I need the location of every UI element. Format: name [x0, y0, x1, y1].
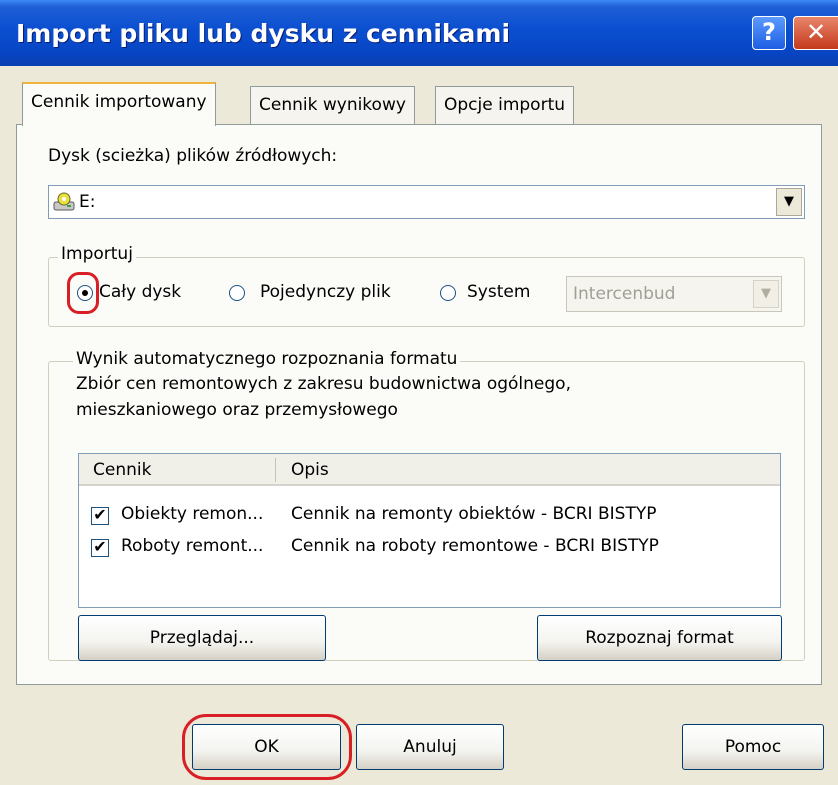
column-header-cennik[interactable]: Cennik — [93, 460, 151, 480]
list-header: Cennik Opis — [79, 454, 780, 486]
radio-system-label[interactable]: System — [467, 282, 530, 302]
row-opis: Cennik na remonty obiektów - BCRI BISTYP — [291, 504, 657, 524]
system-combo[interactable]: Intercenbud ▼ — [566, 276, 782, 312]
drive-icon — [53, 192, 75, 211]
chevron-down-icon[interactable]: ▼ — [776, 188, 802, 216]
radio-pojedynczy-plik[interactable] — [229, 285, 245, 301]
window-title: Import pliku lub dysku z cennikami — [16, 19, 511, 48]
column-divider[interactable] — [275, 458, 276, 482]
source-label: Dysk (scieżka) plików źródłowych: — [48, 146, 338, 166]
tab-cennik-wynikowy[interactable]: Cennik wynikowy — [250, 86, 415, 124]
ok-button[interactable]: OK — [192, 724, 341, 770]
tab-label: Opcje importu — [444, 95, 566, 115]
tab-label: Cennik importowany — [31, 92, 207, 112]
column-header-opis[interactable]: Opis — [291, 460, 329, 480]
tab-label: Cennik wynikowy — [259, 95, 406, 115]
list-item[interactable]: ✔ Roboty remont... Cennik na roboty remo… — [79, 532, 780, 562]
tab-cennik-importowany[interactable]: Cennik importowany — [22, 82, 216, 126]
radio-pojedynczy-plik-label[interactable]: Pojedynczy plik — [260, 282, 391, 302]
detect-format-button[interactable]: Rozpoznaj format — [537, 615, 782, 661]
radio-system[interactable] — [440, 285, 456, 301]
cennik-list[interactable]: Cennik Opis ✔ Obiekty remon... Cennik na… — [78, 453, 781, 608]
source-drive-combo[interactable]: E: ▼ — [48, 185, 805, 219]
recognition-description-line2: mieszkaniowego oraz przemysłowego — [76, 400, 398, 420]
source-drive-value: E: — [79, 192, 96, 212]
radio-caly-dysk[interactable] — [77, 285, 93, 301]
recognition-legend: Wynik automatycznego rozpoznania formatu — [73, 349, 461, 369]
title-bar[interactable]: Import pliku lub dysku z cennikami ? ✕ — [0, 0, 838, 66]
import-dialog: Import pliku lub dysku z cennikami ? ✕ C… — [0, 0, 838, 785]
help-button[interactable]: Pomoc — [682, 724, 824, 770]
list-item[interactable]: ✔ Obiekty remon... Cennik na remonty obi… — [79, 500, 780, 530]
help-icon[interactable]: ? — [752, 16, 786, 50]
row-opis: Cennik na roboty remontowe - BCRI BISTYP — [291, 536, 659, 556]
row-cennik: Roboty remont... — [121, 536, 264, 556]
cancel-button[interactable]: Anuluj — [356, 724, 504, 770]
row-checkbox[interactable]: ✔ — [91, 539, 109, 557]
radio-caly-dysk-label[interactable]: Cały dysk — [99, 282, 181, 302]
recognition-description-line1: Zbiór cen remontowych z zakresu budownic… — [76, 374, 571, 394]
chevron-down-icon[interactable]: ▼ — [753, 280, 779, 308]
row-cennik: Obiekty remon... — [121, 504, 264, 524]
system-combo-value: Intercenbud — [573, 284, 676, 304]
close-icon[interactable]: ✕ — [793, 16, 838, 50]
row-checkbox[interactable]: ✔ — [91, 507, 109, 525]
tab-opcje-importu[interactable]: Opcje importu — [435, 86, 575, 124]
browse-button[interactable]: Przeglądaj... — [78, 615, 326, 661]
import-legend: Importuj — [58, 244, 136, 264]
